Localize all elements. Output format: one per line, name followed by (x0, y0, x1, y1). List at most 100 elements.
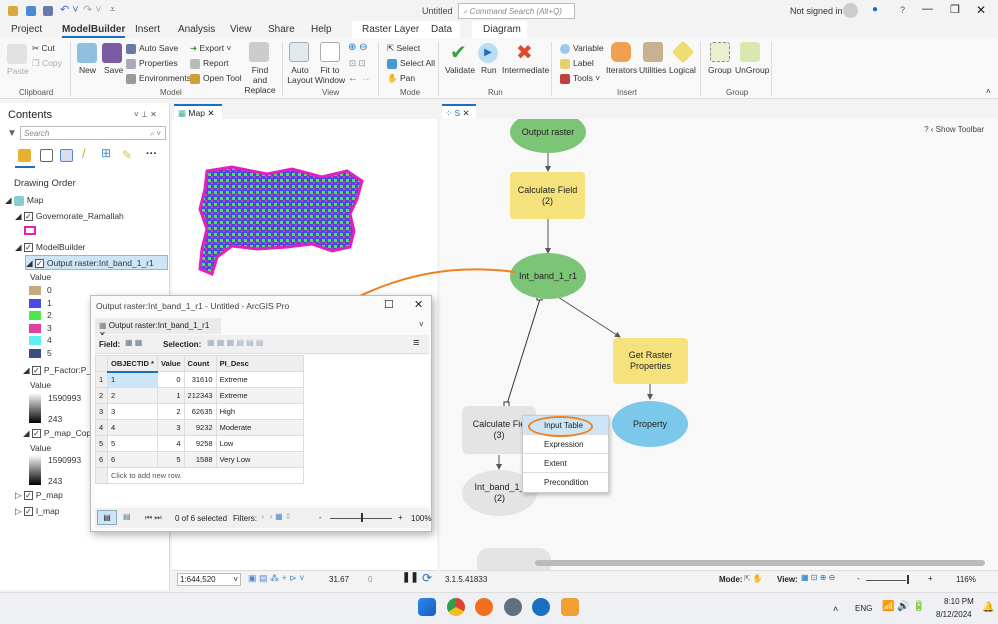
more-icon[interactable]: ··· (146, 148, 157, 160)
pane-options-icon[interactable]: ˅ ⊥ ✕ (134, 110, 157, 119)
cut-button[interactable]: ✂ Cut (32, 43, 55, 54)
close-icon[interactable]: ✕ (207, 108, 214, 118)
view-icons[interactable]: ▦ ⊡ ⊕ ⊖ (801, 573, 835, 582)
intermediate-button[interactable]: Intermediate (502, 65, 549, 75)
layer-governorate[interactable]: ◢ ✓ Governorate_Ramallah (15, 211, 124, 222)
table-cell[interactable]: 62635 (183, 403, 217, 420)
tray-chevron[interactable]: ˄ (833, 604, 838, 614)
run-button[interactable]: Run (481, 65, 497, 75)
snapping-icon[interactable]: ⊞ (101, 146, 111, 160)
filter-icon[interactable]: ▼ (7, 128, 17, 139)
properties-button[interactable]: Properties (126, 58, 178, 69)
restore-button[interactable]: ❐ (950, 3, 960, 16)
table-cell[interactable]: 9258 (183, 435, 217, 452)
redo-icon[interactable]: ↷ ˅ (83, 3, 102, 16)
legend-swatch[interactable] (29, 311, 41, 320)
layer-p-map[interactable]: ▷ ✓ P_map (15, 490, 63, 501)
table-cell[interactable]: 5 (156, 451, 185, 468)
pan-button[interactable]: ✋ Pan (387, 73, 415, 84)
contents-search[interactable]: Search ⌕ ˅ (20, 126, 166, 140)
logical-button[interactable]: Logical (669, 65, 696, 75)
table-row[interactable]: 3 3 2 62635 High (95, 403, 304, 420)
close-button[interactable]: ✕ (976, 3, 986, 17)
table-row[interactable]: 5 5 4 9258 Low (95, 435, 304, 452)
variable-button[interactable]: Variable (560, 43, 604, 54)
table-view-icon[interactable]: ▤ (97, 510, 117, 525)
help-icon[interactable]: ? (900, 5, 905, 15)
fit-window-button[interactable]: Fit to Window (314, 65, 346, 85)
table-row[interactable]: 1 1 0 31610 Extreme (95, 371, 304, 388)
auto-save-button[interactable]: Auto Save (126, 43, 178, 54)
tab-view[interactable]: View (230, 24, 252, 35)
legend-swatch[interactable] (29, 348, 41, 358)
data-source-icon[interactable] (40, 149, 53, 162)
row-number[interactable]: 4 (95, 419, 108, 436)
tab-analysis[interactable]: Analysis (178, 24, 215, 35)
paste-button[interactable]: Paste (7, 66, 29, 76)
minimize-button[interactable]: — (922, 3, 933, 15)
table-cell[interactable]: 4 (107, 419, 158, 436)
node-partial[interactable] (477, 548, 551, 570)
close-icon[interactable]: ✕ (463, 108, 470, 118)
clock-time[interactable]: 8:10 PM (944, 597, 974, 606)
validate-icon[interactable]: ✔ (450, 40, 467, 65)
back-arrow-icon[interactable]: ← → (348, 73, 371, 84)
table-cell[interactable]: Extreme (215, 387, 304, 404)
row-number[interactable]: 1 (95, 371, 108, 388)
labeling-icon[interactable]: ✎ (122, 148, 132, 162)
menu-item-expression[interactable]: Expression (523, 435, 608, 454)
run-icon[interactable]: ▶ (478, 43, 498, 63)
export-button[interactable]: ➜ Export ˅ (190, 43, 231, 54)
undo-icon[interactable]: ↶ ˅ (60, 3, 79, 16)
checkbox[interactable]: ✓ (23, 491, 33, 501)
column-header[interactable]: Value (156, 355, 185, 372)
table-cell[interactable]: Very Low (215, 451, 304, 468)
find-replace-button[interactable]: Find and Replace (244, 65, 276, 95)
table-row[interactable]: 6 6 5 1588 Very Low (95, 451, 304, 468)
new-model-icon[interactable] (77, 43, 97, 63)
scale-select[interactable]: 1:644,520 ˅ (177, 573, 241, 586)
find-replace-icon[interactable] (249, 42, 269, 62)
start-icon[interactable] (418, 598, 436, 616)
tab-help[interactable]: Help (311, 24, 332, 35)
notification-icon[interactable]: ● (872, 4, 878, 15)
node-int-band[interactable]: Int_band_1_r1 (510, 253, 586, 299)
tab-project[interactable]: Project (11, 24, 42, 35)
signin-status[interactable]: Not signed in (790, 6, 843, 16)
field-icons[interactable]: ▦ ▦ (125, 338, 142, 347)
command-search[interactable]: ⌕ Command Search (Alt+Q) (458, 3, 575, 19)
iterators-icon[interactable] (611, 42, 631, 62)
select-all-button[interactable]: Select All (387, 58, 435, 69)
legend-swatch[interactable] (29, 323, 41, 333)
copy-button[interactable]: ❐ Copy (32, 58, 62, 69)
checkbox[interactable]: ✓ (31, 366, 41, 376)
tab-raster-layer[interactable]: Raster Layer (362, 24, 419, 35)
table-cell[interactable]: High (215, 403, 304, 420)
table-cell[interactable]: 1588 (183, 451, 217, 468)
customize-icon[interactable]: ⩡ (110, 4, 115, 15)
table-cell[interactable]: 3 (107, 403, 158, 420)
environments-button[interactable]: Environments (126, 73, 191, 84)
save-model-icon[interactable] (102, 43, 122, 63)
row-number[interactable]: 3 (95, 403, 108, 420)
layer-map[interactable]: ◢ Map (5, 195, 43, 206)
map-tools-icons[interactable]: ▣ ▤ ⁂ + ⊳ ˅ (248, 573, 305, 584)
notification-bell-icon[interactable]: 🔔 (982, 602, 994, 613)
table-row[interactable]: 2 2 1 212343 Extreme (95, 387, 304, 404)
table-cell[interactable]: Moderate (215, 419, 304, 436)
lock-icon[interactable]: ⊡ ⊡ (349, 58, 366, 69)
nav-icons[interactable]: ⏮ ⏭ (145, 513, 162, 523)
paste-icon[interactable] (7, 44, 27, 64)
ungroup-button[interactable]: UnGroup (735, 65, 770, 75)
add-row[interactable]: Click to add new row. (107, 467, 304, 484)
tab-insert[interactable]: Insert (135, 24, 160, 35)
new-button[interactable]: New (79, 65, 96, 75)
user-icon[interactable] (843, 3, 858, 18)
row-number[interactable]: 5 (95, 435, 108, 452)
language-indicator[interactable]: ENG (855, 604, 872, 613)
tab-data[interactable]: Data (431, 24, 452, 35)
table-cell[interactable]: 4 (156, 435, 185, 452)
checkbox[interactable]: ✓ (23, 243, 33, 253)
close-button[interactable]: ✕ (414, 298, 423, 311)
save-icon[interactable] (43, 6, 53, 16)
